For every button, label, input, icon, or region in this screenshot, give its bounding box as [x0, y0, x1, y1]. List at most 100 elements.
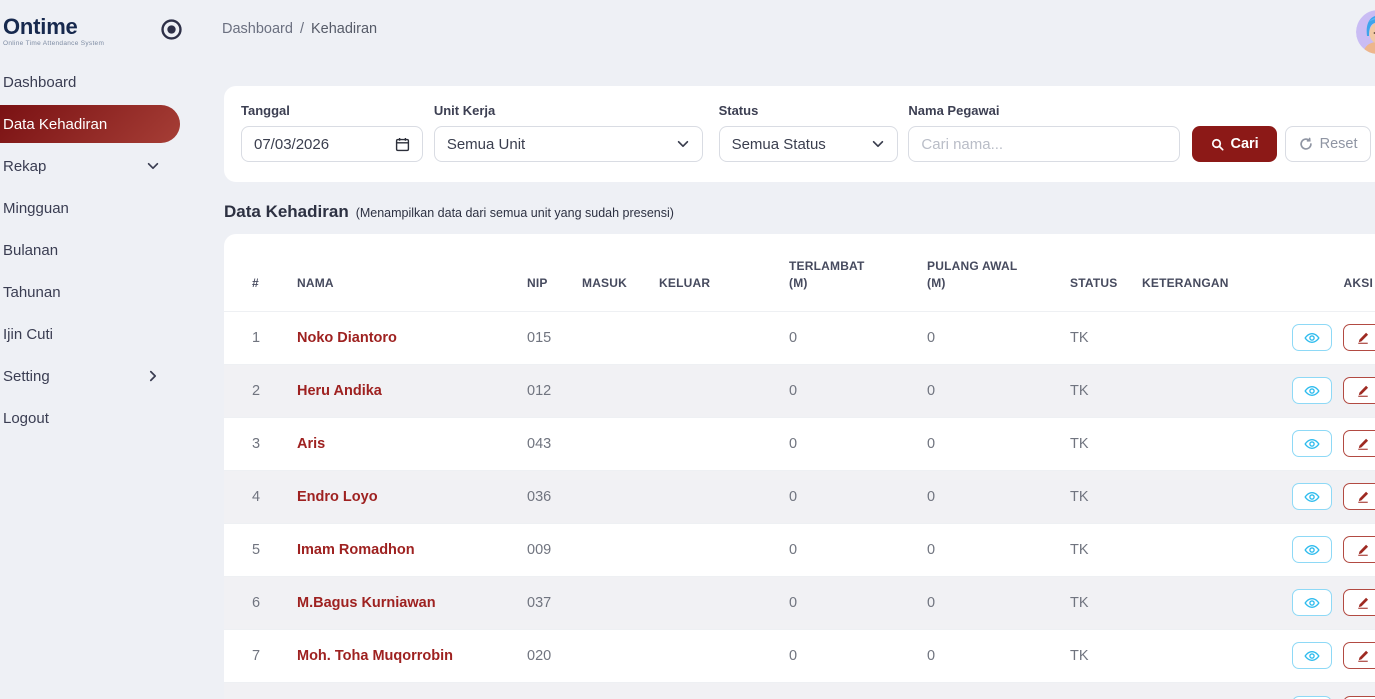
pencil-icon	[1356, 490, 1370, 504]
row-number: 7	[224, 628, 297, 683]
employee-name-link[interactable]: Endro Loyo	[297, 489, 378, 505]
section-header: Data Kehadiran (Menampilkan data dari se…	[224, 202, 1375, 222]
sidebar-item-data-kehadiran[interactable]: Data Kehadiran	[0, 105, 180, 143]
sidebar-item-logout[interactable]: Logout	[0, 397, 222, 439]
table-row: 8 Muchamad Husnul Mubarak 023 0 0 TK	[224, 681, 1375, 699]
unit-kerja-value: Semua Unit	[446, 135, 526, 153]
chevron-right-icon	[146, 369, 160, 383]
sidebar-item-label: Setting	[3, 367, 50, 385]
sidebar-item-label: Tahunan	[3, 283, 61, 301]
sidebar-item-tahunan[interactable]: Tahunan	[0, 271, 222, 313]
row-keluar	[659, 416, 789, 471]
row-keterangan	[1142, 681, 1292, 699]
row-number: 2	[224, 363, 297, 418]
row-keterangan	[1142, 416, 1292, 471]
breadcrumb-dashboard[interactable]: Dashboard	[222, 21, 293, 37]
row-terlambat: 0	[789, 681, 927, 699]
row-number: 4	[224, 469, 297, 524]
edit-button[interactable]	[1343, 642, 1375, 670]
table-row: 5 Imam Romadhon 009 0 0 TK	[224, 522, 1375, 577]
row-pulang-awal: 0	[927, 469, 1070, 524]
view-button[interactable]	[1292, 589, 1332, 617]
chevron-down-icon	[676, 137, 690, 151]
table-row: 6 M.Bagus Kurniawan 037 0 0 TK	[224, 575, 1375, 630]
sidebar-item-label: Logout	[3, 409, 49, 427]
topbar: Dashboard / Kehadiran	[222, 0, 1375, 58]
employee-name-link[interactable]: M.Bagus Kurniawan	[297, 595, 436, 611]
view-button[interactable]	[1292, 536, 1332, 564]
col-aksi: AKSI	[1343, 276, 1373, 291]
eye-icon	[1304, 330, 1320, 346]
eye-icon	[1304, 436, 1320, 452]
cari-button[interactable]: Cari	[1192, 126, 1278, 162]
sidebar-item-label: Dashboard	[3, 73, 77, 91]
pencil-icon	[1356, 331, 1370, 345]
row-keterangan	[1142, 628, 1292, 683]
unit-kerja-select[interactable]: Semua Unit	[433, 126, 703, 162]
calendar-icon[interactable]	[395, 137, 410, 152]
sidebar-item-label: Ijin Cuti	[3, 325, 54, 343]
edit-button[interactable]	[1343, 430, 1375, 458]
edit-button[interactable]	[1343, 589, 1375, 617]
breadcrumb-current: Kehadiran	[310, 21, 378, 37]
avatar-image	[1356, 10, 1375, 54]
edit-button[interactable]	[1343, 483, 1375, 511]
row-keluar	[659, 628, 789, 683]
employee-name-link[interactable]: Noko Diantoro	[297, 330, 397, 346]
status-select[interactable]: Semua Status	[718, 126, 899, 162]
row-pulang-awal: 0	[927, 363, 1070, 418]
app-logo: Ontime Online Time Attendance System	[0, 14, 222, 47]
view-button[interactable]	[1292, 483, 1332, 511]
sidebar-toggle-icon[interactable]	[158, 18, 184, 44]
user-avatar[interactable]	[1356, 10, 1375, 54]
chevron-down-icon	[146, 159, 160, 173]
row-nip: 009	[527, 522, 582, 577]
view-button[interactable]	[1292, 324, 1332, 352]
sidebar-item-bulanan[interactable]: Bulanan	[0, 229, 222, 271]
edit-button[interactable]	[1343, 695, 1375, 699]
reset-button[interactable]: Reset	[1285, 126, 1371, 162]
edit-button[interactable]	[1343, 377, 1375, 405]
view-button[interactable]	[1292, 695, 1332, 699]
row-nip: 015	[527, 310, 582, 365]
employee-name-link[interactable]: Aris	[297, 436, 325, 452]
refresh-icon	[1299, 137, 1313, 151]
nama-pegawai-input[interactable]	[908, 126, 1181, 162]
sidebar-item-ijin-cuti[interactable]: Ijin Cuti	[0, 313, 222, 355]
row-masuk	[582, 469, 659, 524]
filter-tanggal: Tanggal 07/03/2026	[241, 103, 423, 162]
row-keterangan	[1142, 310, 1292, 365]
row-keluar	[659, 310, 789, 365]
col-nama: NAMA	[297, 276, 334, 291]
app-root: Ontime Online Time Attendance System Das…	[0, 0, 1375, 699]
row-masuk	[582, 522, 659, 577]
col-keluar: KELUAR	[659, 276, 711, 291]
edit-button[interactable]	[1343, 536, 1375, 564]
view-button[interactable]	[1292, 377, 1332, 405]
employee-name-link[interactable]: Imam Romadhon	[297, 542, 415, 558]
sidebar-item-setting[interactable]: Setting	[0, 355, 222, 397]
sidebar-item-rekap[interactable]: Rekap	[0, 145, 222, 187]
employee-name-link[interactable]: Moh. Toha Muqorrobin	[297, 648, 453, 664]
row-keluar	[659, 363, 789, 418]
row-nip: 020	[527, 628, 582, 683]
row-pulang-awal: 0	[927, 522, 1070, 577]
sidebar-item-label: Rekap	[3, 157, 47, 175]
attendance-table: # NAMA NIP MASUK KELUAR TERLAMBAT (M) PU…	[224, 234, 1375, 699]
tanggal-input[interactable]: 07/03/2026	[241, 126, 423, 162]
app-logo-tagline: Online Time Attendance System	[3, 40, 105, 47]
row-status: TK	[1070, 575, 1142, 630]
row-pulang-awal: 0	[927, 628, 1070, 683]
row-keluar	[659, 522, 789, 577]
row-pulang-awal: 0	[927, 310, 1070, 365]
row-status: TK	[1070, 681, 1142, 699]
row-pulang-awal: 0	[927, 416, 1070, 471]
edit-button[interactable]	[1343, 324, 1375, 352]
sidebar-item-dashboard[interactable]: Dashboard	[0, 61, 222, 103]
sidebar-item-mingguan[interactable]: Mingguan	[0, 187, 222, 229]
view-button[interactable]	[1292, 430, 1332, 458]
employee-name-link[interactable]: Heru Andika	[297, 383, 382, 399]
row-status: TK	[1070, 363, 1142, 418]
row-terlambat: 0	[789, 575, 927, 630]
view-button[interactable]	[1292, 642, 1332, 670]
